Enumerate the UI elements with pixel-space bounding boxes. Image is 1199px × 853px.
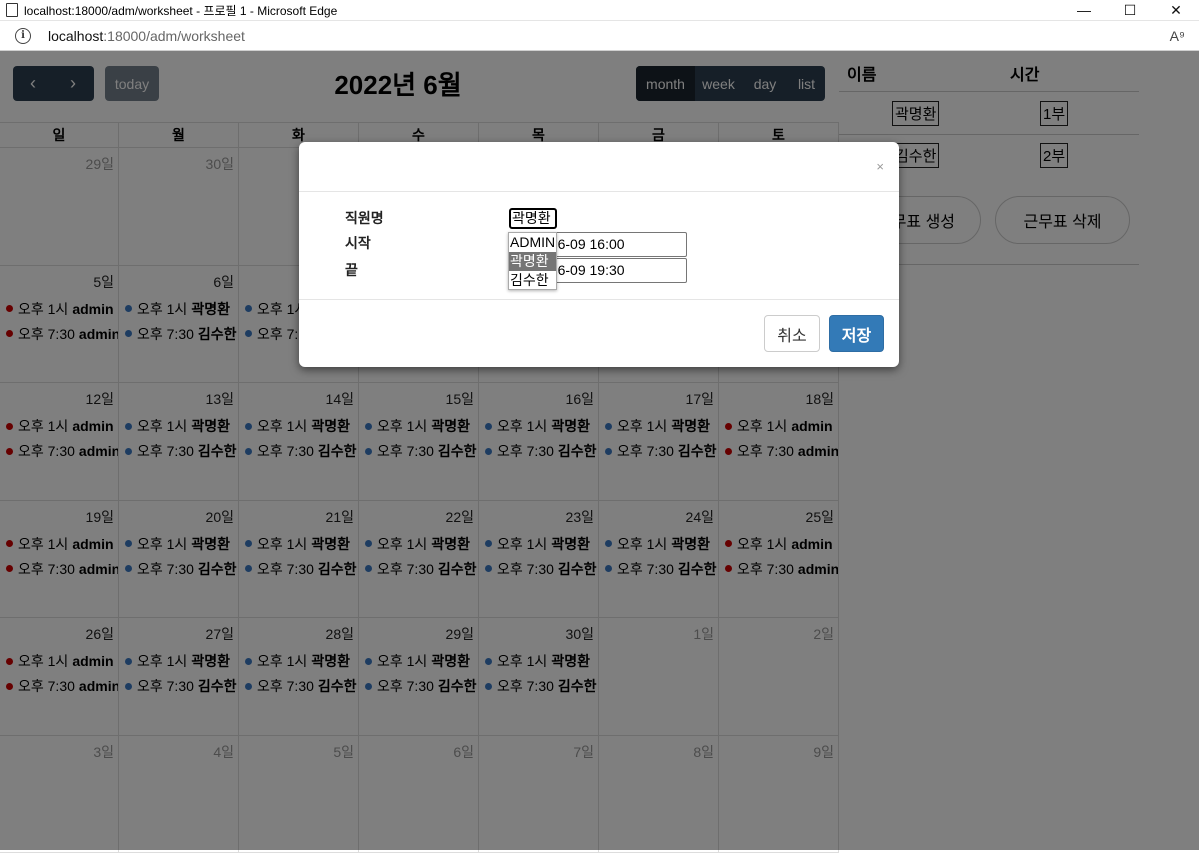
url-path: :18000/adm/worksheet <box>103 28 245 44</box>
employee-option[interactable]: 김수한 <box>509 271 556 290</box>
cancel-button[interactable]: 취소 <box>764 315 820 352</box>
shift-edit-dialog: × 직원명 시작 끝 2022-06-09 16:00 2022-06-09 1… <box>299 142 899 367</box>
start-label: 시작 <box>345 233 371 253</box>
browser-title-bar: localhost:18000/adm/worksheet - 프로필 1 - … <box>0 0 1199 20</box>
employee-option[interactable]: 곽명환 <box>509 252 556 271</box>
dialog-header-divider <box>299 191 899 192</box>
dialog-footer-divider <box>299 299 899 300</box>
url-host: localhost <box>48 28 103 44</box>
address-bar[interactable]: i localhost:18000/adm/worksheet A⁹ <box>0 20 1199 51</box>
site-info-icon[interactable]: i <box>15 28 31 44</box>
close-window-button[interactable]: ✕ <box>1153 0 1199 20</box>
save-button[interactable]: 저장 <box>829 315 884 352</box>
employee-options-list: ADMIN곽명환김수한 <box>508 232 557 290</box>
minimize-button[interactable]: — <box>1061 0 1107 20</box>
window-title: localhost:18000/adm/worksheet - 프로필 1 - … <box>24 2 337 19</box>
url-text[interactable]: localhost:18000/adm/worksheet <box>48 28 245 44</box>
read-aloud-icon[interactable]: A⁹ <box>1170 28 1185 44</box>
page-icon <box>6 3 18 17</box>
employee-option[interactable]: ADMIN <box>509 233 556 252</box>
employee-select[interactable]: 곽명환 <box>509 208 557 229</box>
end-label: 끝 <box>345 260 358 280</box>
close-icon[interactable]: × <box>876 159 884 174</box>
employee-label: 직원명 <box>345 208 384 228</box>
maximize-button[interactable]: ☐ <box>1107 0 1153 20</box>
